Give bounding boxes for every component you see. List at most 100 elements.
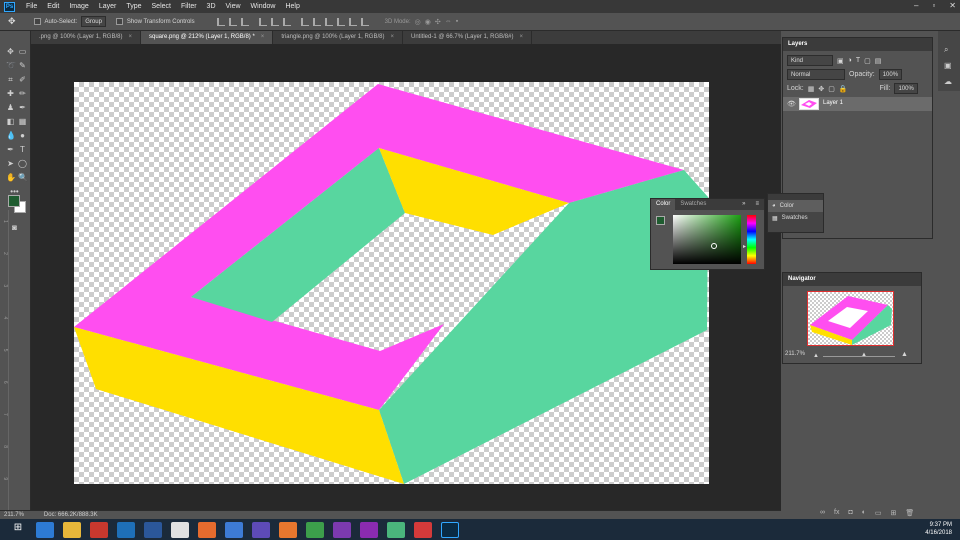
close-tab-icon[interactable]: × xyxy=(519,34,523,40)
menu-layer[interactable]: Layer xyxy=(94,3,122,10)
new-layer-icon[interactable]: ⊞ xyxy=(891,509,897,519)
move-tool-icon[interactable]: ✥ xyxy=(6,47,15,56)
collapse-icon[interactable]: » xyxy=(737,199,750,210)
app-icon[interactable] xyxy=(360,521,378,538)
delete-layer-icon[interactable]: 🗑 xyxy=(905,509,914,519)
3d-pan-icon[interactable]: ✣ xyxy=(435,18,441,26)
zoom-slider[interactable] xyxy=(823,356,895,357)
new-group-icon[interactable]: ▭ xyxy=(875,509,882,519)
lasso-tool-icon[interactable]: ➰ xyxy=(6,61,16,70)
hue-slider[interactable] xyxy=(747,215,756,264)
tab-document-1[interactable]: .png @ 100% (Layer 1, RGB/8) × xyxy=(31,31,141,44)
lock-all-icon[interactable]: 🔒 xyxy=(839,85,848,93)
eyedropper-icon[interactable]: ✐ xyxy=(18,75,27,84)
document-canvas[interactable] xyxy=(74,82,709,484)
add-mask-icon[interactable]: ◘ xyxy=(848,509,852,519)
3d-roll-icon[interactable]: ◉ xyxy=(425,18,431,26)
layer-name[interactable]: Layer 1 xyxy=(823,100,843,106)
shape-tool-icon[interactable]: ◯ xyxy=(18,159,27,168)
navigator-preview[interactable] xyxy=(807,291,894,346)
tab-color[interactable]: Color xyxy=(651,199,676,210)
path-select-icon[interactable]: ➤ xyxy=(6,159,15,168)
foreground-color-swatch[interactable] xyxy=(8,195,20,207)
align-middle-icon[interactable] xyxy=(228,17,237,26)
panel-menu-icon[interactable]: ≡ xyxy=(750,199,764,210)
blur-tool-icon[interactable]: 💧 xyxy=(6,131,16,140)
pen-tool-icon[interactable]: ✒ xyxy=(6,145,15,154)
gradient-icon[interactable]: ▦ xyxy=(18,117,27,126)
app-icon[interactable] xyxy=(90,521,108,538)
maximize-icon[interactable]: ▫ xyxy=(932,1,935,10)
close-tab-icon[interactable]: × xyxy=(261,34,265,40)
filter-pixel-icon[interactable]: ▣ xyxy=(837,57,844,65)
auto-select-dropdown[interactable]: Group xyxy=(81,16,106,27)
eraser-icon[interactable]: ◧ xyxy=(6,117,15,126)
menu-edit[interactable]: Edit xyxy=(42,3,64,10)
menu-3d[interactable]: 3D xyxy=(202,3,221,10)
artboard-tool-icon[interactable]: ▭ xyxy=(18,47,27,56)
layers-panel-title[interactable]: Layers xyxy=(783,38,932,51)
zoom-slider-handle[interactable]: ▲ xyxy=(861,352,867,358)
filter-smart-icon[interactable]: ▤ xyxy=(875,57,882,65)
app-icon[interactable] xyxy=(414,521,432,538)
distribute-icon[interactable] xyxy=(336,17,345,26)
distribute-icon[interactable] xyxy=(348,17,357,26)
distribute-icon[interactable] xyxy=(360,17,369,26)
auto-select-checkbox[interactable] xyxy=(33,18,41,25)
quick-mask-icon[interactable]: ◙ xyxy=(10,223,19,232)
align-left-icon[interactable] xyxy=(258,17,267,26)
brush-tool-icon[interactable]: ✏ xyxy=(18,89,27,98)
filter-adjust-icon[interactable]: ◑ xyxy=(848,57,852,64)
align-bottom-icon[interactable] xyxy=(240,17,249,26)
zoom-out-icon[interactable]: ▲ xyxy=(813,353,819,359)
adjustment-layer-icon[interactable]: ◐ xyxy=(862,509,866,519)
blend-mode-dropdown[interactable]: Normal xyxy=(787,69,845,80)
menu-window[interactable]: Window xyxy=(246,3,281,10)
menu-select[interactable]: Select xyxy=(147,3,176,10)
lock-pixels-icon[interactable]: ▦ xyxy=(808,85,815,93)
3d-slide-icon[interactable]: ⇔ xyxy=(445,18,452,25)
3d-orbit-icon[interactable]: ◎ xyxy=(415,18,421,26)
opacity-input[interactable]: 100% xyxy=(878,69,903,80)
zoom-in-icon[interactable]: ▲ xyxy=(901,351,908,358)
firefox-icon[interactable] xyxy=(279,521,297,538)
workspace-icon[interactable]: ▣ xyxy=(944,61,952,70)
app-icon[interactable] xyxy=(333,521,351,538)
app-icon[interactable] xyxy=(225,521,243,538)
history-brush-icon[interactable]: ✒ xyxy=(18,103,27,112)
minimize-icon[interactable]: – xyxy=(914,1,918,10)
ie-icon[interactable] xyxy=(36,521,54,538)
start-icon[interactable]: ⊞ xyxy=(9,521,27,538)
3d-scale-icon[interactable]: ▪ xyxy=(456,18,458,25)
align-right-icon[interactable] xyxy=(282,17,291,26)
menu-file[interactable]: File xyxy=(21,3,42,10)
search-icon[interactable]: ⌕ xyxy=(944,45,948,55)
distribute-icon[interactable] xyxy=(324,17,333,26)
move-tool-icon[interactable]: ✥ xyxy=(8,16,16,27)
mini-swatches-item[interactable]: ▦ Swatches xyxy=(768,212,823,224)
folder-icon[interactable] xyxy=(63,521,81,538)
cloud-icon[interactable]: ☁ xyxy=(944,77,952,86)
type-tool-icon[interactable]: T xyxy=(18,145,27,154)
mini-color-item[interactable]: ◕ Color xyxy=(768,200,823,212)
dodge-tool-icon[interactable]: ● xyxy=(18,131,27,140)
home-icon[interactable] xyxy=(171,521,189,538)
visibility-eye-icon[interactable]: 👁 xyxy=(787,100,796,108)
zoom-tool-icon[interactable]: 🔍 xyxy=(18,173,28,182)
healing-brush-icon[interactable]: ✚ xyxy=(6,89,15,98)
photoshop-taskbar-icon[interactable] xyxy=(441,521,459,538)
show-transform-checkbox[interactable] xyxy=(115,18,123,25)
settings-icon[interactable] xyxy=(252,521,270,538)
clone-stamp-icon[interactable]: ♟ xyxy=(6,103,15,112)
tab-square[interactable]: square.png @ 212% (Layer 1, RGB/8) * × xyxy=(140,31,274,44)
navigator-title[interactable]: Navigator xyxy=(783,273,921,286)
fill-input[interactable]: 100% xyxy=(894,83,918,94)
menu-view[interactable]: View xyxy=(221,3,246,10)
crop-tool-icon[interactable]: ⌗ xyxy=(6,75,15,84)
lock-artboard-icon[interactable]: ▢ xyxy=(828,85,835,93)
system-clock[interactable]: 9:37 PM 4/16/2018 xyxy=(925,521,952,537)
tab-untitled-1[interactable]: Untitled-1 @ 66.7% (Layer 1, RGB/8#) × xyxy=(403,31,532,44)
filter-shape-icon[interactable]: ▢ xyxy=(864,57,871,65)
filter-kind-dropdown[interactable]: Kind xyxy=(787,55,833,66)
app-icon[interactable] xyxy=(117,521,135,538)
